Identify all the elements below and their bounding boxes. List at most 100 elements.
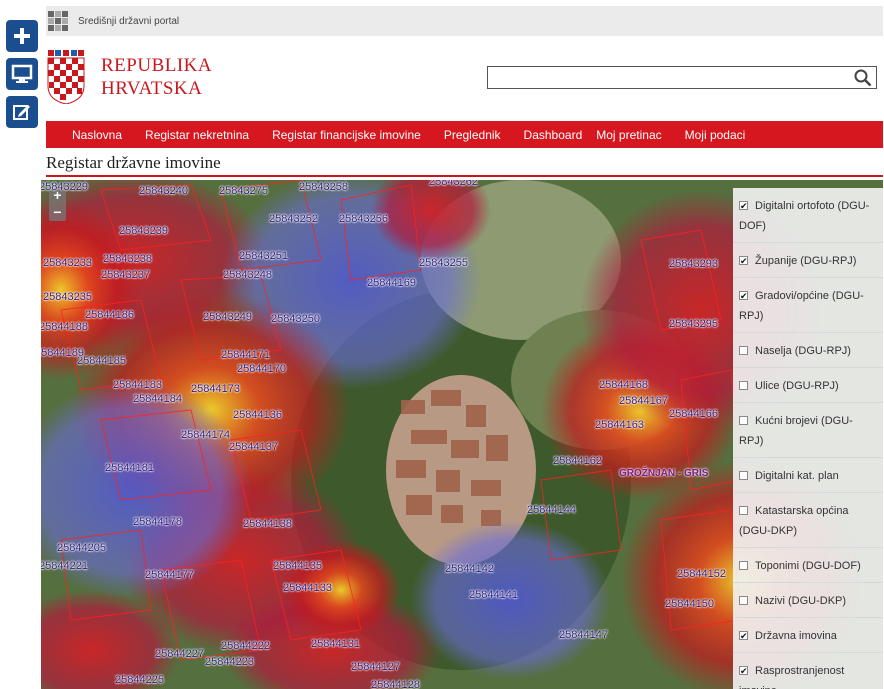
parcel-label[interactable]: 25844138	[243, 518, 292, 530]
layer-item[interactable]: Katastarska općina (DGU-DKP)	[733, 493, 883, 548]
parcel-label[interactable]: 25844127	[351, 661, 400, 673]
parcel-label[interactable]: 25844223	[205, 656, 254, 668]
nav-moji-podaci[interactable]: Moji podaci	[685, 128, 746, 142]
parcel-label[interactable]: 25844189	[41, 347, 84, 359]
layer-checkbox[interactable]	[739, 596, 748, 605]
parcel-label[interactable]: 25844221	[41, 560, 88, 572]
parcel-label[interactable]: 25843262	[429, 180, 478, 188]
parcel-label[interactable]: 25843256	[339, 213, 388, 225]
layer-checkbox[interactable]	[739, 196, 748, 216]
parcel-label[interactable]: 25844178	[133, 516, 182, 528]
parcel-label[interactable]: 25844128	[371, 679, 420, 689]
parcel-label[interactable]: 25844227	[155, 648, 204, 660]
nav-registar-financijske-imovine[interactable]: Registar financijske imovine	[272, 128, 421, 142]
layer-item[interactable]: Gradovi/općine (DGU-RPJ)	[733, 278, 883, 333]
layer-item[interactable]: Županije (DGU-RPJ)	[733, 243, 883, 278]
parcel-label[interactable]: 25844169	[367, 277, 416, 289]
parcel-label[interactable]: 25843251	[239, 250, 288, 262]
layer-checkbox[interactable]	[739, 561, 748, 570]
parcel-label[interactable]: 25843235	[43, 291, 92, 303]
parcel-label[interactable]: 25844166	[669, 408, 718, 420]
parcel-label[interactable]: 25844141	[469, 589, 518, 601]
parcel-label[interactable]: 25844142	[445, 563, 494, 575]
layer-checkbox[interactable]	[739, 346, 748, 355]
parcel-label[interactable]: 25843250	[271, 313, 320, 325]
parcel-label[interactable]: 25844162	[553, 455, 602, 467]
map-viewer[interactable]: + − 25843229 25843240 25843275 25843258 2584…	[41, 180, 883, 689]
parcel-label[interactable]: 25844133	[283, 582, 332, 594]
add-button[interactable]	[6, 20, 38, 52]
parcel-label[interactable]: 25844168	[599, 379, 648, 391]
parcel-label[interactable]: 25844186	[85, 309, 134, 321]
parcel-label[interactable]: 25843255	[419, 257, 468, 269]
parcel-label[interactable]: 25844131	[311, 638, 360, 650]
portal-logo-icon[interactable]	[48, 11, 68, 31]
nav-moj-pretinac[interactable]: Moj pretinac	[596, 128, 661, 142]
nav-naslovna[interactable]: Naslovna	[72, 128, 122, 142]
parcel-label[interactable]: 25844183	[113, 379, 162, 391]
parcel-label[interactable]: 25843275	[219, 185, 268, 197]
parcel-label[interactable]: 25844174	[181, 429, 230, 441]
parcel-label[interactable]: 25844225	[115, 674, 164, 686]
coat-of-arms-icon[interactable]	[46, 50, 86, 104]
layer-item[interactable]: Državna imovina	[733, 618, 883, 653]
parcel-label[interactable]: 25844135	[273, 560, 322, 572]
parcel-label[interactable]: 25843237	[101, 269, 150, 281]
parcel-label[interactable]: 25844170	[237, 363, 286, 375]
parcel-label[interactable]: 25844222	[221, 640, 270, 652]
parcel-label[interactable]: 25843238	[103, 253, 152, 265]
brand-name[interactable]: REPUBLIKA HRVATSKA	[101, 54, 212, 100]
layer-item[interactable]: Digitalni kat. plan	[733, 458, 883, 493]
parcel-label[interactable]: 25844177	[145, 569, 194, 581]
parcel-label[interactable]: 25844173	[191, 383, 240, 395]
parcel-label[interactable]: 25844185	[77, 355, 126, 367]
nav-registar-nekretnina[interactable]: Registar nekretnina	[145, 128, 249, 142]
parcel-label[interactable]: 25843233	[43, 257, 92, 269]
layer-item[interactable]: Naselja (DGU-RPJ)	[733, 333, 883, 368]
search-input[interactable]	[488, 67, 848, 88]
zoom-out-button[interactable]: −	[49, 204, 66, 221]
parcel-label[interactable]: 25844205	[57, 542, 106, 554]
parcel-label[interactable]: 25844163	[595, 419, 644, 431]
nav-preglednik[interactable]: Preglednik	[444, 128, 501, 142]
parcel-label[interactable]: 25843229	[41, 181, 88, 193]
layer-item[interactable]: Ulice (DGU-RPJ)	[733, 368, 883, 403]
layer-checkbox[interactable]	[739, 506, 748, 515]
layer-checkbox[interactable]	[739, 416, 748, 425]
parcel-label[interactable]: 25844147	[559, 629, 608, 641]
layer-item[interactable]: Nazivi (DGU-DKP)	[733, 583, 883, 618]
parcel-label[interactable]: 25844144	[527, 504, 576, 516]
parcel-label[interactable]: 25844188	[41, 321, 88, 333]
parcel-label[interactable]: 25843239	[119, 225, 168, 237]
parcel-label[interactable]: 25843295	[669, 318, 718, 330]
nav-dashboard[interactable]: Dashboard	[524, 128, 583, 142]
parcel-label[interactable]: 25843248	[223, 269, 272, 281]
parcel-label[interactable]: 25844150	[665, 598, 714, 610]
parcel-label[interactable]: 25843240	[139, 185, 188, 197]
portal-link[interactable]: Središnji državni portal	[78, 16, 179, 27]
layer-checkbox[interactable]	[739, 626, 748, 646]
layer-item[interactable]: Rasprostranjenost imovine	[733, 653, 883, 689]
search-icon[interactable]	[854, 69, 872, 87]
layer-checkbox[interactable]	[739, 661, 748, 681]
parcel-label[interactable]: 25843249	[203, 311, 252, 323]
layer-checkbox[interactable]	[739, 251, 748, 271]
parcel-label[interactable]: 25844184	[133, 393, 182, 405]
parcel-label[interactable]: 25843252	[269, 213, 318, 225]
parcel-label[interactable]: 25844167	[619, 395, 668, 407]
parcel-label[interactable]: 25844181	[105, 462, 154, 474]
parcel-label[interactable]: 25843293	[669, 258, 718, 270]
layer-item[interactable]: Digitalni ortofoto (DGU-DOF)	[733, 188, 883, 243]
layer-checkbox[interactable]	[739, 471, 748, 480]
layer-item[interactable]: Toponimi (DGU-DOF)	[733, 548, 883, 583]
parcel-label[interactable]: 25844152	[677, 568, 726, 580]
parcel-label[interactable]: 25844171	[221, 349, 270, 361]
parcel-label[interactable]: 25844137	[229, 441, 278, 453]
layer-checkbox[interactable]	[739, 381, 748, 390]
edit-button[interactable]	[6, 96, 38, 128]
layer-item[interactable]: Kućni brojevi (DGU-RPJ)	[733, 403, 883, 458]
parcel-label[interactable]: 25843258	[299, 181, 348, 193]
parcel-label[interactable]: 25844136	[233, 409, 282, 421]
display-button[interactable]	[6, 58, 38, 90]
layer-checkbox[interactable]	[739, 286, 748, 306]
